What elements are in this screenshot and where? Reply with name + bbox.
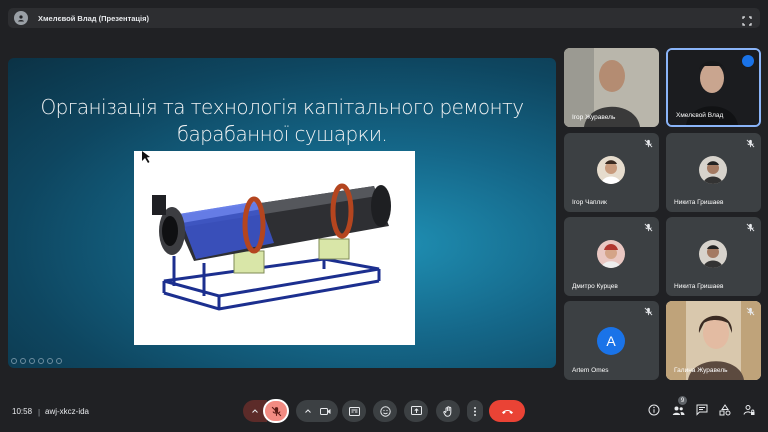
participant-tile[interactable]: Дмитро Курцев [564, 217, 659, 296]
slide-tool-icon[interactable] [11, 358, 17, 364]
captions-button[interactable] [342, 400, 366, 422]
participant-name: Artem Omes [572, 367, 609, 374]
participants-count-badge: 9 [678, 396, 687, 405]
participant-tile[interactable]: A Artem Omes [564, 301, 659, 380]
participant-name: Дмитро Курцев [572, 283, 618, 290]
slide-title-line-2: барабанної сушарки. [176, 122, 388, 146]
mic-off-icon [644, 307, 653, 316]
slide-tool-icon[interactable] [47, 358, 53, 364]
slide-tool-icon[interactable] [29, 358, 35, 364]
slide-tool-icon[interactable] [56, 358, 62, 364]
host-controls-button[interactable] [740, 401, 758, 419]
avatar: A [597, 327, 625, 355]
info-icon [648, 404, 660, 416]
separator: | [38, 408, 41, 417]
lock-person-icon [743, 405, 755, 415]
captions-icon [348, 406, 360, 416]
chat-button[interactable] [693, 401, 711, 419]
people-icon [672, 406, 684, 415]
slide-toolbar [11, 358, 62, 364]
participant-tile[interactable]: Ігор Чаплик [564, 133, 659, 212]
reactions-button[interactable] [373, 400, 397, 422]
clock: 10:58 [12, 407, 33, 416]
mic-off-icon [644, 139, 653, 148]
participant-name: Никита Гришаев [674, 283, 724, 290]
call-controls-bar: 10:58 | awj-xkcz-ida 9 [0, 396, 768, 432]
speaking-indicator-icon [742, 55, 754, 67]
hand-icon [442, 405, 451, 417]
present-screen-button[interactable] [404, 400, 428, 422]
leave-call-button[interactable] [489, 400, 525, 422]
participant-tile[interactable]: Ігор Журавель [564, 48, 659, 127]
avatar [597, 156, 625, 184]
participant-tile[interactable]: Никита Гришаев [666, 133, 761, 212]
presentation-title: Хмелєвой Влад (Презентація) [38, 13, 149, 23]
activities-button[interactable] [716, 401, 734, 419]
mic-off-icon [644, 223, 653, 232]
chat-icon [696, 404, 708, 416]
avatar [699, 156, 727, 184]
emoji-icon [379, 405, 391, 417]
avatar-initial: A [606, 333, 616, 349]
avatar [699, 240, 727, 268]
participant-name: Никита Гришаев [674, 199, 724, 206]
activities-icon [719, 404, 731, 416]
meeting-code: awj-xkcz-ida [45, 407, 90, 416]
slide-tool-icon[interactable] [38, 358, 44, 364]
more-options-button[interactable] [467, 400, 483, 422]
presentation-header: Хмелєвой Влад (Презентація) [8, 8, 760, 28]
more-vert-icon [474, 406, 476, 416]
mic-off-icon [271, 406, 281, 416]
chevron-up-icon [304, 409, 311, 413]
mic-off-icon [746, 223, 755, 232]
presenter-avatar [14, 11, 28, 25]
mic-toggle-button[interactable] [263, 399, 289, 423]
mic-off-icon [746, 307, 755, 316]
participant-name: Ігор Журавель [572, 114, 616, 121]
participant-name: Хмелєвой Влад [676, 112, 724, 119]
camera-icon [319, 407, 330, 415]
video-options-button[interactable] [296, 400, 338, 422]
participant-tile[interactable]: Галина Журавель [666, 301, 761, 380]
slide-title-line-1: Організація та технологія капітального р… [40, 95, 524, 119]
participant-name: Галина Журавель [674, 367, 728, 374]
chevron-up-icon [252, 409, 258, 413]
present-icon [410, 406, 422, 415]
avatar [597, 240, 625, 268]
participant-tile[interactable]: Никита Гришаев [666, 217, 761, 296]
participant-name: Ігор Чаплик [572, 199, 607, 206]
slide-title: Організація та технологія капітального р… [8, 94, 556, 148]
participant-tile[interactable]: Хмелєвой Влад [666, 48, 761, 127]
presentation-slide: Організація та технологія капітального р… [8, 58, 556, 368]
phone-hangup-icon [501, 409, 513, 414]
slide-tool-icon[interactable] [20, 358, 26, 364]
rotary-dryer-image [134, 151, 415, 345]
raise-hand-button[interactable] [436, 400, 460, 422]
meeting-details-button[interactable] [645, 401, 663, 419]
mic-off-icon [746, 139, 755, 148]
fullscreen-icon[interactable] [742, 13, 752, 26]
